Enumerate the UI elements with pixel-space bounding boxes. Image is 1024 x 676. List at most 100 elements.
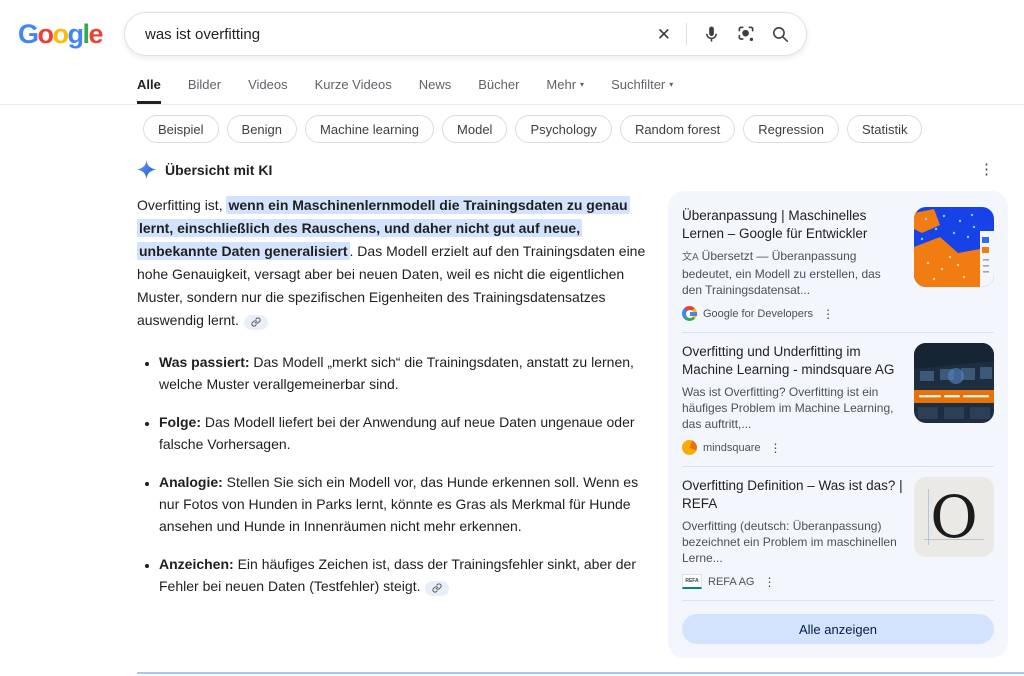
- card-source-row: Google for Developers ⋮: [682, 306, 904, 321]
- snippet-text: Overfitting (deutsch: Überanpassung) bez…: [682, 519, 897, 565]
- logo-letter: g: [67, 19, 82, 50]
- tab-label: Bilder: [188, 77, 221, 92]
- show-all-button[interactable]: Alle anzeigen: [682, 614, 994, 644]
- source-link-chip[interactable]: [244, 315, 268, 330]
- card-source-row: mindsquare ⋮: [682, 440, 904, 455]
- ai-answer-bullets: Was passiert: Das Modell „merkt sich“ di…: [137, 351, 660, 597]
- chip-machine-learning[interactable]: Machine learning: [305, 115, 434, 143]
- ai-sparkle-icon: [137, 160, 156, 179]
- more-options-icon[interactable]: ⋮: [763, 576, 775, 588]
- chip-model[interactable]: Model: [442, 115, 507, 143]
- card-text: Overfitting Definition – Was ist das? | …: [682, 477, 914, 589]
- card-divider: [682, 600, 994, 601]
- logo-letter: G: [18, 19, 38, 50]
- source-link-chip[interactable]: [425, 581, 449, 596]
- tab-suchfilter[interactable]: Suchfilter ▾: [611, 77, 673, 104]
- chip-beispiel[interactable]: Beispiel: [143, 115, 219, 143]
- header: Google was ist overfitting ✕: [0, 0, 1024, 56]
- ai-overview-header: Übersicht mit KI ⋮: [137, 160, 1008, 179]
- tab-label: Kurze Videos: [315, 77, 392, 92]
- more-options-icon[interactable]: ⋮: [769, 442, 781, 454]
- bullet-analogie: Analogie: Stellen Sie sich ein Modell vo…: [159, 471, 660, 537]
- tab-mehr[interactable]: Mehr▾: [546, 77, 584, 104]
- chip-psychology[interactable]: Psychology: [515, 115, 611, 143]
- translate-icon: 文A: [682, 252, 699, 263]
- tab-news[interactable]: News: [419, 77, 452, 104]
- bullet-anzeichen: Anzeichen: Ein häufiges Zeichen ist, das…: [159, 553, 660, 597]
- google-search-page: Google was ist overfitting ✕: [0, 0, 1024, 676]
- ai-overview-title: Übersicht mit KI: [165, 162, 272, 178]
- bullet-text: Das Modell liefert bei der Anwendung auf…: [159, 414, 635, 452]
- google-favicon: [682, 306, 697, 321]
- tab-label: Suchfilter: [611, 77, 665, 92]
- tab-label: Bücher: [478, 77, 519, 92]
- source-panel: Überanpassung | Maschinelles Lernen – Go…: [668, 191, 1008, 658]
- link-icon: [432, 583, 442, 593]
- source-card-google-developers[interactable]: Überanpassung | Maschinelles Lernen – Go…: [682, 197, 994, 332]
- search-icon[interactable]: [771, 25, 790, 44]
- translated-label: Übersetzt: [702, 249, 753, 263]
- source-name: REFA AG: [708, 576, 754, 588]
- google-logo[interactable]: Google: [12, 19, 108, 50]
- source-card-mindsquare[interactable]: Overfitting und Underfitting im Machine …: [682, 333, 994, 466]
- guide-line: [928, 489, 929, 545]
- next-section-rule: [137, 672, 1024, 674]
- card-title[interactable]: Overfitting und Underfitting im Machine …: [682, 343, 904, 379]
- card-snippet: Was ist Overfitting? Overfitting ist ein…: [682, 384, 904, 432]
- ai-answer-paragraph: Overfitting ist, wenn ein Maschinenlernm…: [137, 194, 660, 332]
- card-snippet: Overfitting (deutsch: Überanpassung) bez…: [682, 518, 904, 566]
- logo-letter: e: [89, 19, 103, 50]
- search-input[interactable]: was ist overfitting: [145, 26, 657, 43]
- card-title[interactable]: Overfitting Definition – Was ist das? | …: [682, 477, 904, 513]
- mindsquare-favicon: [682, 440, 697, 455]
- source-card-refa[interactable]: Overfitting Definition – Was ist das? | …: [682, 467, 994, 600]
- tab-kurze-videos[interactable]: Kurze Videos: [315, 77, 392, 104]
- source-name: mindsquare: [703, 442, 760, 454]
- search-bar-icons: ✕: [657, 23, 790, 45]
- tab-bilder[interactable]: Bilder: [188, 77, 221, 104]
- tab-label: Videos: [248, 77, 288, 92]
- tab-videos[interactable]: Videos: [248, 77, 288, 104]
- chip-statistik[interactable]: Statistik: [847, 115, 923, 143]
- bullet-was-passiert: Was passiert: Das Modell „merkt sich“ di…: [159, 351, 660, 395]
- chevron-down-icon: ▾: [580, 80, 584, 89]
- chip-benign[interactable]: Benign: [227, 115, 297, 143]
- ai-answer-column: Overfitting ist, wenn ein Maschinenlernm…: [137, 191, 660, 676]
- google-lens-icon[interactable]: [736, 24, 756, 44]
- bullet-text: Stellen Sie sich ein Modell vor, das Hun…: [159, 474, 638, 534]
- tab-buecher[interactable]: Bücher: [478, 77, 519, 104]
- guide-line: [924, 539, 984, 540]
- thumbnail-office-photo: [914, 343, 994, 423]
- card-source-row: REFA REFA AG ⋮: [682, 574, 904, 589]
- card-title[interactable]: Überanpassung | Maschinelles Lernen – Go…: [682, 207, 904, 243]
- chip-random-forest[interactable]: Random forest: [620, 115, 735, 143]
- result-type-tabs: Alle Bilder Videos Kurze Videos News Büc…: [137, 77, 1024, 104]
- ai-overview-body: Overfitting ist, wenn ein Maschinenlernm…: [137, 191, 1024, 676]
- chevron-down-icon: ▾: [669, 80, 673, 89]
- bullet-label: Anzeichen:: [159, 556, 234, 572]
- letter-o-graphic: O: [930, 488, 978, 546]
- bullet-label: Analogie:: [159, 474, 223, 490]
- card-text: Überanpassung | Maschinelles Lernen – Go…: [682, 207, 914, 321]
- snippet-text: Was ist Overfitting? Overfitting ist ein…: [682, 385, 893, 431]
- card-snippet: 文AÜbersetzt — Überanpassung bedeutet, ei…: [682, 248, 904, 298]
- search-bar[interactable]: was ist overfitting ✕: [124, 12, 807, 56]
- chip-regression[interactable]: Regression: [743, 115, 839, 143]
- card-thumbnail[interactable]: [914, 207, 994, 287]
- related-filter-chips: Beispiel Benign Machine learning Model P…: [143, 115, 1024, 143]
- bullet-label: Folge:: [159, 414, 201, 430]
- microphone-icon[interactable]: [702, 25, 721, 44]
- more-options-icon[interactable]: ⋮: [822, 308, 834, 320]
- divider: [686, 23, 687, 45]
- link-icon: [251, 317, 261, 327]
- clear-query-icon[interactable]: ✕: [657, 26, 671, 43]
- tab-label: Alle: [137, 77, 161, 92]
- card-thumbnail[interactable]: O: [914, 477, 994, 557]
- card-text: Overfitting und Underfitting im Machine …: [682, 343, 914, 455]
- thumbnail-scatter-plot: [914, 207, 994, 287]
- tab-alle[interactable]: Alle: [137, 77, 161, 104]
- card-thumbnail[interactable]: [914, 343, 994, 423]
- bullet-folge: Folge: Das Modell liefert bei der Anwend…: [159, 411, 660, 455]
- logo-letter: o: [52, 19, 67, 50]
- more-options-icon[interactable]: ⋮: [979, 162, 994, 177]
